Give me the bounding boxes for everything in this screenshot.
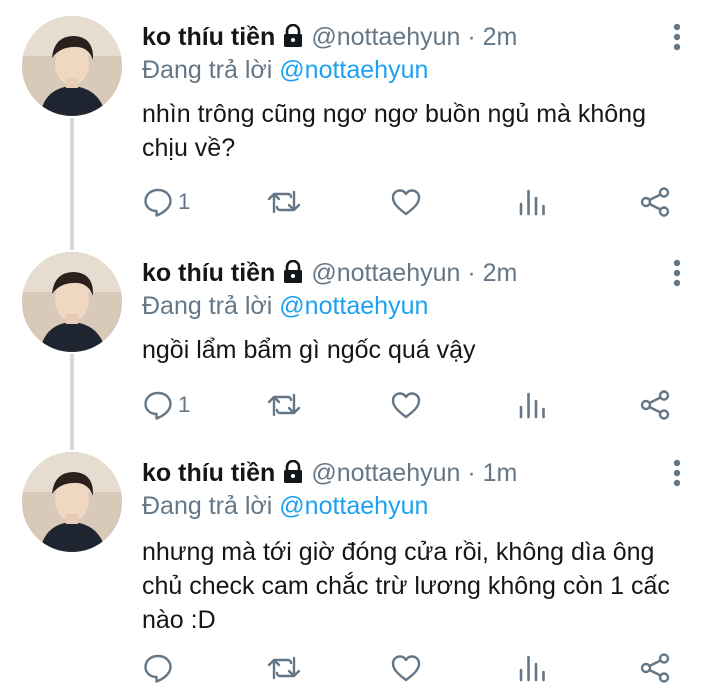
lock-icon: [281, 259, 305, 291]
tweet[interactable]: ko thíu tiền @nottaehyun · 1m Đang trả lờ…: [0, 436, 720, 696]
avatar[interactable]: [22, 16, 122, 116]
retweet-button[interactable]: [266, 651, 302, 685]
action-bar: [142, 651, 682, 685]
more-vertical-icon[interactable]: [665, 456, 689, 490]
username[interactable]: @nottaehyun: [311, 259, 460, 287]
reply-count: 1: [178, 189, 191, 214]
tweet-header: ko thíu tiền @nottaehyun · 2m: [142, 258, 517, 291]
reply-context: Đang trả lời @nottaehyun: [142, 55, 428, 85]
reply-count: 1: [178, 392, 191, 417]
analytics-button[interactable]: [517, 651, 547, 685]
retweet-button[interactable]: [266, 388, 302, 422]
share-icon: [638, 186, 672, 218]
like-icon: [390, 652, 422, 684]
share-button[interactable]: [638, 388, 672, 422]
more-vertical-icon[interactable]: [665, 256, 689, 290]
like-button[interactable]: [390, 185, 422, 219]
tweet[interactable]: ko thíu tiền @nottaehyun · 2m Đang trả lờ…: [0, 236, 720, 450]
reply-prefix: Đang trả lời: [142, 492, 273, 520]
share-icon: [638, 652, 672, 684]
like-button[interactable]: [390, 651, 422, 685]
separator: ·: [460, 259, 483, 287]
more-vertical-icon[interactable]: [665, 20, 689, 54]
reply-icon: [142, 652, 174, 684]
username[interactable]: @nottaehyun: [311, 23, 460, 51]
tweet-text: nhưng mà tới giờ đóng cửa rồi, không dìa…: [142, 538, 670, 634]
reply-button[interactable]: 1: [142, 185, 190, 219]
display-name[interactable]: ko thíu tiền: [142, 459, 275, 487]
separator: ·: [460, 23, 483, 51]
analytics-button[interactable]: [517, 388, 547, 422]
tweet-header: ko thíu tiền @nottaehyun · 2m: [142, 22, 517, 55]
reply-prefix: Đang trả lời: [142, 292, 273, 320]
reply-mention[interactable]: @nottaehyun: [279, 292, 428, 320]
reply-mention[interactable]: @nottaehyun: [279, 492, 428, 520]
share-icon: [638, 389, 672, 421]
lock-icon: [281, 23, 305, 55]
action-bar: 1: [142, 185, 682, 219]
reply-button[interactable]: [142, 651, 178, 685]
analytics-button[interactable]: [517, 185, 547, 219]
display-name[interactable]: ko thíu tiền: [142, 259, 275, 287]
reply-icon: [142, 186, 174, 218]
like-icon: [390, 389, 422, 421]
tweet-header: ko thíu tiền @nottaehyun · 1m: [142, 458, 517, 491]
username[interactable]: @nottaehyun: [311, 459, 460, 487]
retweet-button[interactable]: [266, 185, 302, 219]
like-button[interactable]: [390, 388, 422, 422]
timestamp[interactable]: 2m: [483, 23, 518, 51]
like-icon: [390, 186, 422, 218]
action-bar: 1: [142, 388, 682, 422]
separator: ·: [460, 459, 483, 487]
timestamp[interactable]: 1m: [483, 459, 518, 487]
analytics-icon: [517, 389, 547, 421]
avatar[interactable]: [22, 452, 122, 552]
reply-context: Đang trả lời @nottaehyun: [142, 491, 428, 521]
retweet-icon: [266, 652, 302, 684]
avatar[interactable]: [22, 252, 122, 352]
reply-context: Đang trả lời @nottaehyun: [142, 291, 428, 321]
tweet-text: ngồi lẩm bẩm gì ngốc quá vậy: [142, 336, 476, 364]
lock-icon: [281, 459, 305, 491]
analytics-icon: [517, 652, 547, 684]
reply-icon: [142, 389, 174, 421]
reply-button[interactable]: 1: [142, 388, 190, 422]
display-name[interactable]: ko thíu tiền: [142, 23, 275, 51]
share-button[interactable]: [638, 185, 672, 219]
reply-mention[interactable]: @nottaehyun: [279, 56, 428, 84]
tweet-text: nhìn trông cũng ngơ ngơ buồn ngủ mà khôn…: [142, 100, 646, 162]
analytics-icon: [517, 186, 547, 218]
tweet[interactable]: ko thíu tiền @nottaehyun · 2m Đang trả lờ…: [0, 0, 720, 236]
timestamp[interactable]: 2m: [483, 259, 518, 287]
retweet-icon: [266, 186, 302, 218]
reply-prefix: Đang trả lời: [142, 56, 273, 84]
retweet-icon: [266, 389, 302, 421]
share-button[interactable]: [638, 651, 672, 685]
